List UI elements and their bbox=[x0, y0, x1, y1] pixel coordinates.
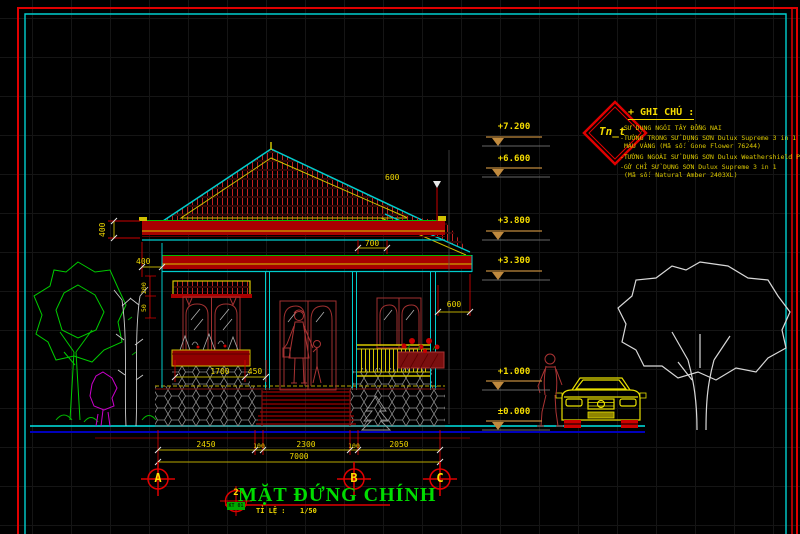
drawing-title: MẶT ĐỨNG CHÍNH bbox=[238, 485, 436, 505]
axis-label-a: A bbox=[146, 472, 170, 484]
note-line: -TƯỜNG TRONG SỬ DỤNG SƠN Dulux Supreme 3… bbox=[620, 135, 796, 142]
dim-window-width: 1700 bbox=[200, 368, 240, 376]
dim-porch-overhang: 400 bbox=[136, 258, 150, 266]
porch-fascia bbox=[162, 255, 472, 272]
note-line: MÀU VÀNG (Mã số: Gone Flower 76244) bbox=[624, 143, 761, 150]
left-window bbox=[183, 297, 240, 352]
car bbox=[556, 378, 646, 428]
dim-total-width: 7000 bbox=[279, 453, 319, 461]
dim-molding-a: 200 bbox=[141, 282, 148, 294]
dim-bay-2: 2300 bbox=[286, 441, 326, 449]
elevation-drawing bbox=[0, 0, 800, 534]
right-tree bbox=[618, 262, 790, 430]
dim-bay-3: 2050 bbox=[379, 441, 419, 449]
note-line: (Mã số: Natural Amber 2403XL) bbox=[624, 172, 738, 179]
entrance-door bbox=[280, 301, 336, 390]
left-planter bbox=[172, 334, 250, 366]
level-markers bbox=[449, 137, 550, 430]
level-label: +3.800 bbox=[486, 217, 542, 226]
dim-bay-gap-1: 100 bbox=[248, 443, 270, 450]
dim-right-overhang: 600 bbox=[440, 301, 468, 309]
note-line: -SỬ DỤNG NGÓI TÂY ĐỒNG NAI bbox=[620, 125, 722, 132]
ground-lines bbox=[30, 426, 645, 438]
note-line: -GỜ CHỈ SỬ DỤNG SƠN Dulux Supreme 3 in 1 bbox=[620, 164, 777, 171]
axis-label-b: B bbox=[342, 472, 366, 484]
dim-window-gap: 450 bbox=[242, 368, 268, 376]
level-label: +6.600 bbox=[486, 155, 542, 164]
note-line: -TƯỜNG NGOÀI SỬ DỤNG SƠN Dulux Weathersh… bbox=[620, 154, 800, 161]
entrance-steps bbox=[256, 390, 356, 426]
scale-label: TỈ LỆ : bbox=[256, 508, 286, 515]
dim-eave-drop: 600 bbox=[385, 174, 399, 182]
axis-label-c: C bbox=[428, 472, 452, 484]
main-roof bbox=[163, 142, 470, 255]
dim-bay-gap-2: 100 bbox=[343, 443, 365, 450]
level-label: +1.000 bbox=[486, 368, 542, 377]
dim-fascia-height: 400 bbox=[99, 223, 107, 237]
level-label: +3.300 bbox=[486, 257, 542, 266]
level-label: +7.200 bbox=[486, 123, 542, 132]
dim-molding-b: 50 bbox=[141, 304, 148, 312]
dim-column-offset: 700 bbox=[357, 240, 387, 248]
cad-viewport[interactable]: +7.200 +6.600 +3.800 +3.300 +1.000 ±0.00… bbox=[0, 0, 800, 534]
level-label: ±0.000 bbox=[486, 408, 542, 417]
green-tree bbox=[34, 262, 156, 422]
dim-bay-1: 2450 bbox=[186, 441, 226, 449]
scale-value: 1/50 bbox=[300, 508, 317, 515]
notes-header: + GHI CHÚ : bbox=[628, 108, 694, 120]
